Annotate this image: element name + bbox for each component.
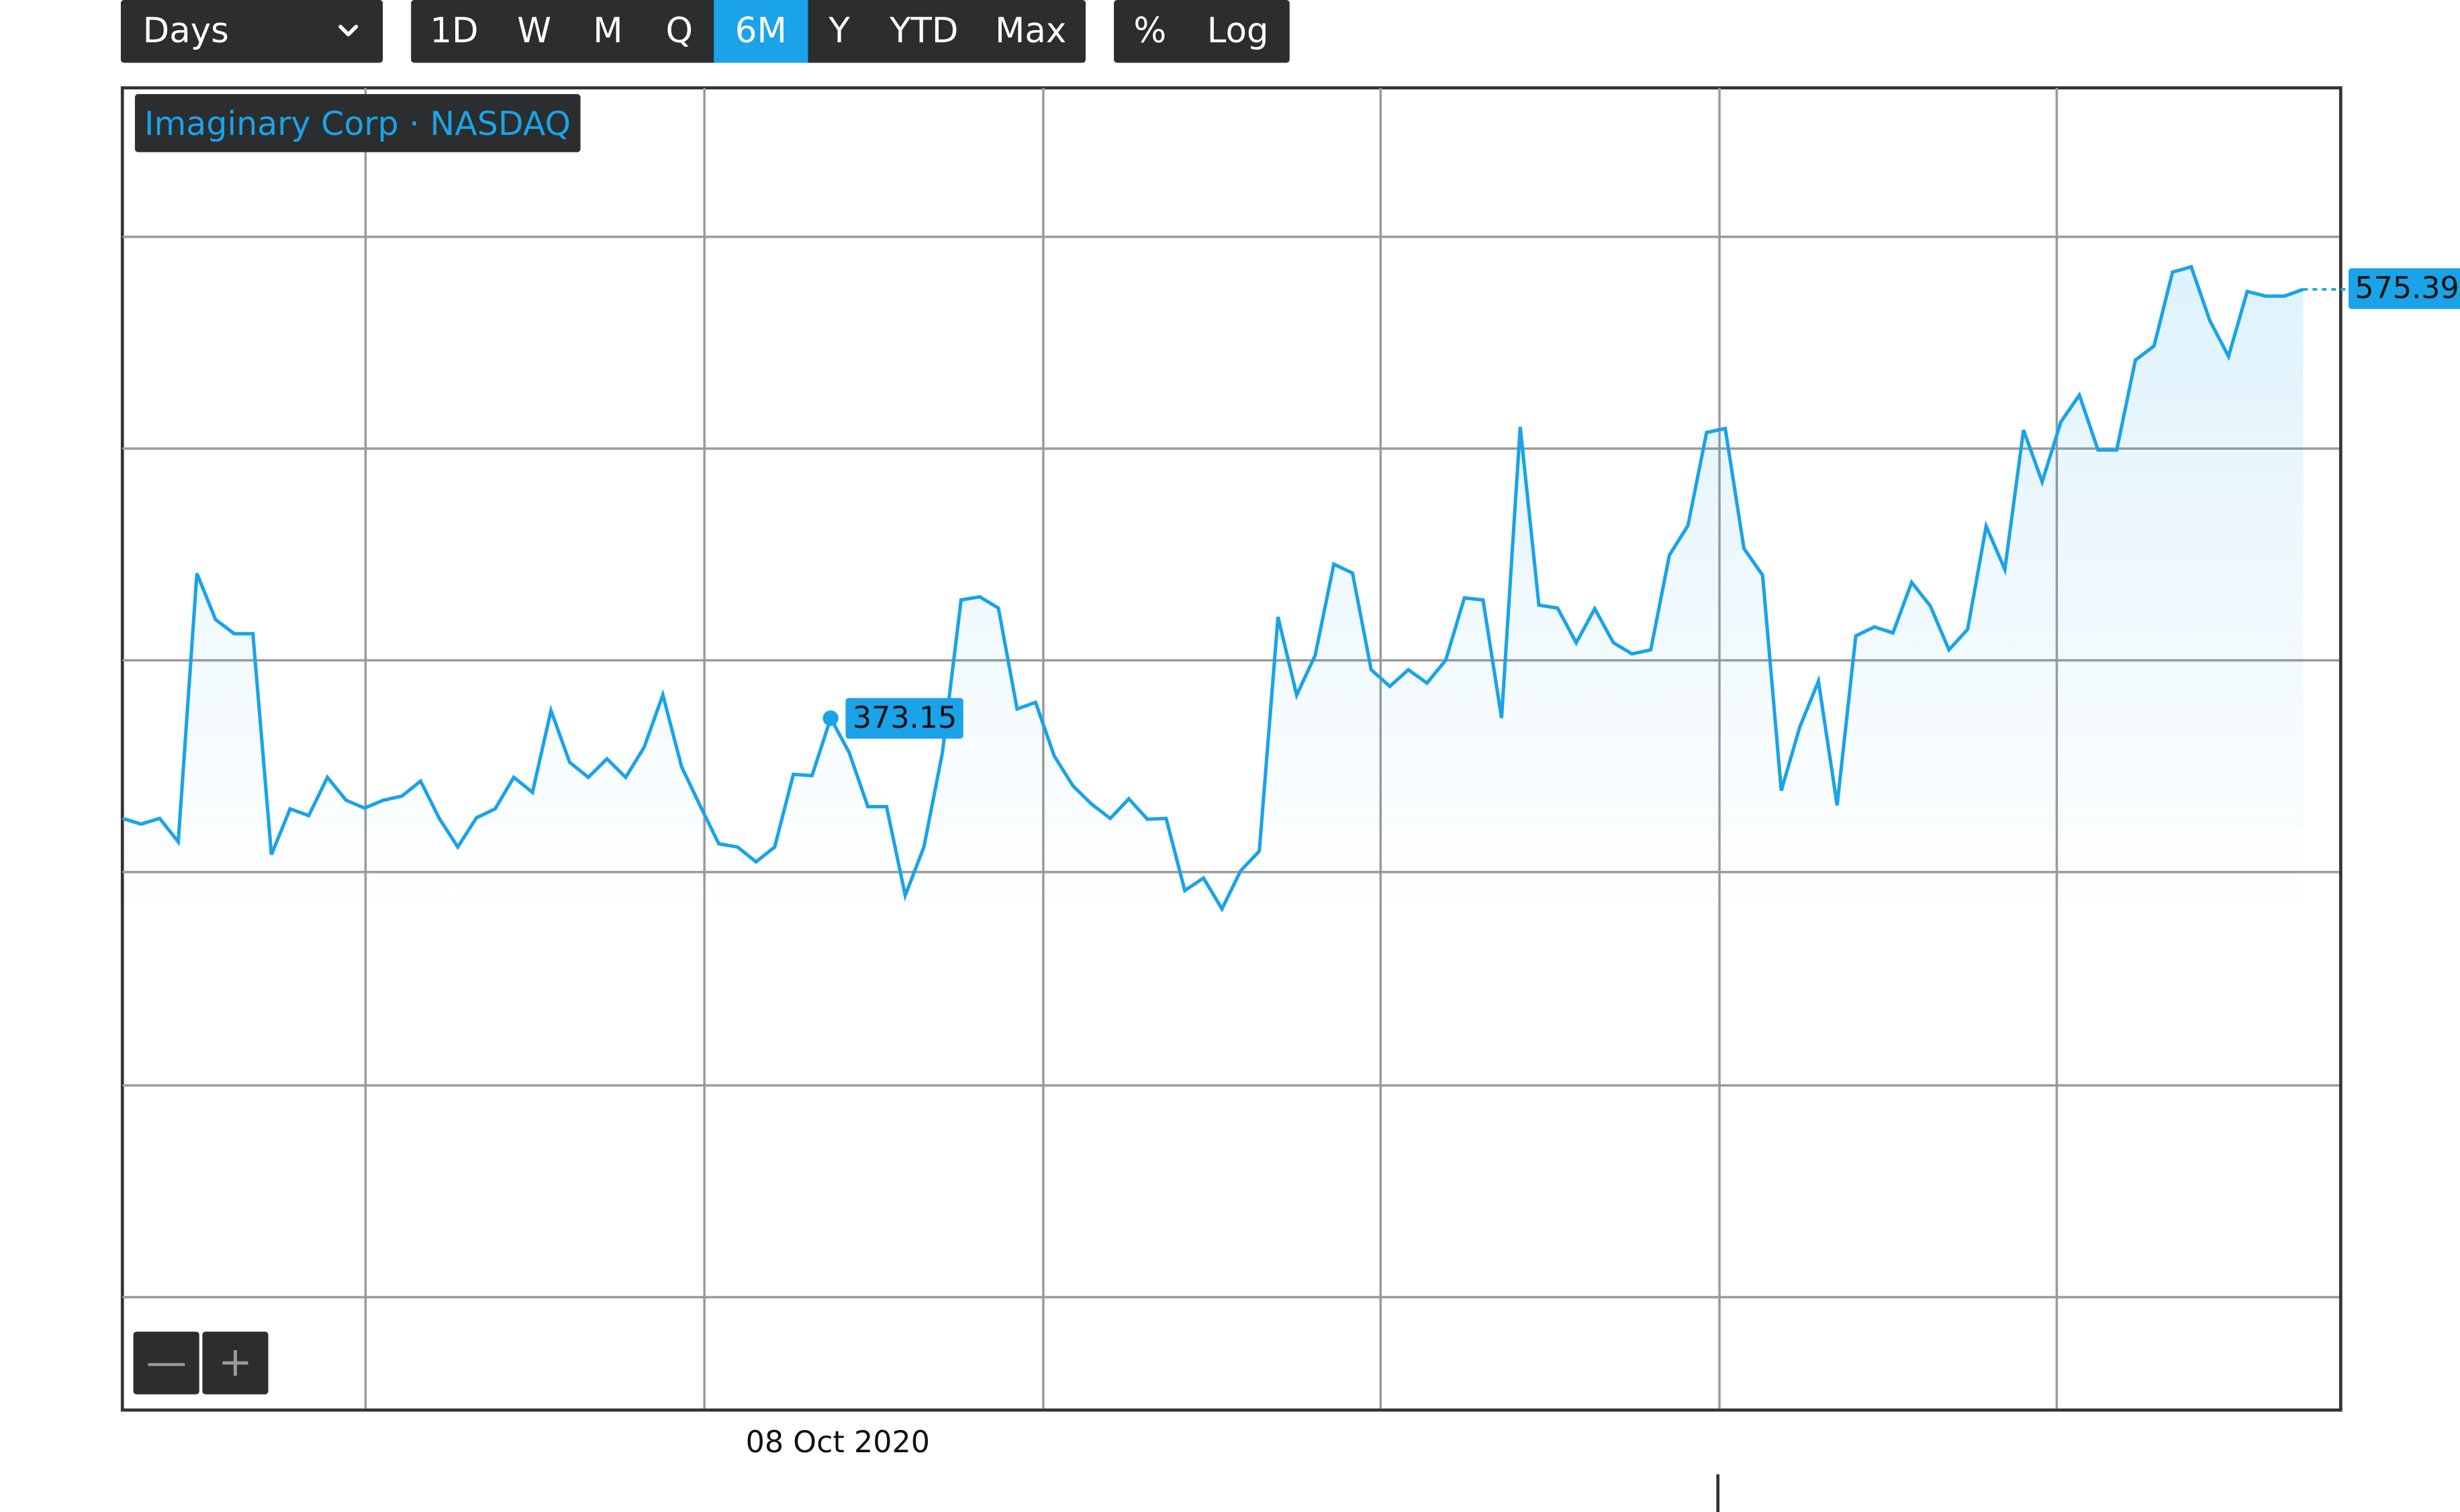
x-axis-ticks: 08 Oct 2020: [746, 1425, 930, 1460]
hover-point: [822, 710, 839, 726]
last-price-label: 575.39: [2349, 269, 2460, 310]
zoom-out-button[interactable]: —: [133, 1331, 199, 1395]
series-legend-label: Imaginary Corp · NASDAQ: [144, 104, 571, 142]
series-legend: Imaginary Corp · NASDAQ: [134, 94, 581, 152]
x-tick-label: 08 Oct 2020: [746, 1425, 930, 1460]
last-price-value: 575.39: [2355, 272, 2459, 307]
hover-price-label: 373.15: [846, 698, 963, 739]
hover-price-value: 373.15: [852, 700, 957, 736]
chart-svg: 08 Oct 2020: [122, 87, 2349, 1512]
zoom-in-button[interactable]: +: [202, 1331, 269, 1395]
stock-chart-widget: Days 1D W M Q 6M Y YTD Max % Log 08 Oct …: [0, 0, 2460, 1512]
